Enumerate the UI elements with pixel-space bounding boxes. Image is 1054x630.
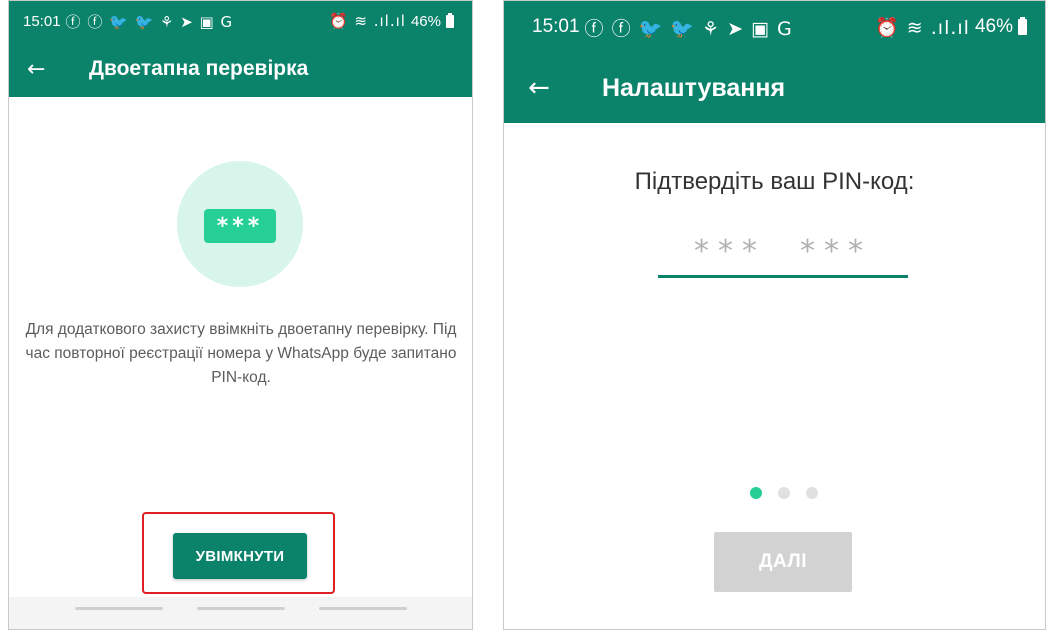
notification-icons: ⓕ ⓕ 🐦 🐦 ⚘ ➤ ▣ G bbox=[584, 17, 793, 40]
step-dot bbox=[778, 487, 790, 499]
pin-input-underline bbox=[658, 275, 908, 278]
status-time: 15:01 bbox=[23, 12, 61, 30]
arrow-left-icon[interactable]: ← bbox=[27, 57, 89, 82]
description-text: Для додаткового захисту ввімкніть двоета… bbox=[25, 321, 457, 386]
gesture-navigation-bar bbox=[9, 597, 472, 629]
system-status-icons: ⏰ ≋ .ıl.ıl bbox=[875, 16, 970, 39]
status-bar: 15:01 ⓕ ⓕ 🐦 🐦 ⚘ ➤ ▣ G ⏰ ≋ .ıl.ıl 46% bbox=[504, 1, 1045, 53]
notification-icons: ⓕ ⓕ 🐦 🐦 ⚘ ➤ ▣ G bbox=[65, 12, 234, 31]
pin-prompt: Підтвердіть ваш PIN-код: bbox=[634, 168, 915, 195]
pin-placeholder-group-1: *** bbox=[694, 233, 766, 269]
battery-icon bbox=[446, 12, 454, 28]
pin-confirm-screen: 15:01 ⓕ ⓕ 🐦 🐦 ⚘ ➤ ▣ G ⏰ ≋ .ıl.ıl 46% ← Н… bbox=[503, 0, 1046, 630]
page-title: Налаштування bbox=[602, 73, 786, 102]
step-dot bbox=[806, 487, 818, 499]
battery-icon bbox=[1018, 17, 1027, 35]
status-bar: 15:01 ⓕ ⓕ 🐦 🐦 ⚘ ➤ ▣ G ⏰ ≋ .ıl.ıl 46% bbox=[9, 1, 472, 41]
app-bar: ← Двоетапна перевірка bbox=[9, 41, 472, 97]
app-bar: ← Налаштування bbox=[504, 53, 1045, 123]
two-step-verification-screen: 15:01 ⓕ ⓕ 🐦 🐦 ⚘ ➤ ▣ G ⏰ ≋ .ıl.ıl 46% ← Д… bbox=[8, 0, 473, 630]
page-title: Двоетапна перевірка bbox=[89, 57, 309, 80]
battery-percent: 46% bbox=[974, 16, 1013, 37]
status-time: 15:01 bbox=[532, 16, 580, 37]
pin-badge-icon: *** bbox=[204, 209, 276, 243]
arrow-left-icon[interactable]: ← bbox=[528, 73, 602, 103]
next-button[interactable]: ДАЛІ bbox=[714, 532, 852, 592]
system-status-icons: ⏰ ≋ .ıl.ıl bbox=[328, 12, 406, 30]
pin-placeholder-group-2: *** bbox=[800, 233, 872, 269]
nav-handle-center[interactable] bbox=[197, 607, 285, 610]
step-indicator bbox=[750, 487, 818, 499]
nav-handle-left[interactable] bbox=[75, 607, 163, 610]
enable-button[interactable]: УВІМКНУТИ bbox=[173, 533, 307, 579]
nav-handle-right[interactable] bbox=[319, 607, 407, 610]
battery-percent: 46% bbox=[410, 12, 441, 30]
pin-input[interactable]: *** *** bbox=[658, 227, 908, 275]
step-dot-active bbox=[750, 487, 762, 499]
